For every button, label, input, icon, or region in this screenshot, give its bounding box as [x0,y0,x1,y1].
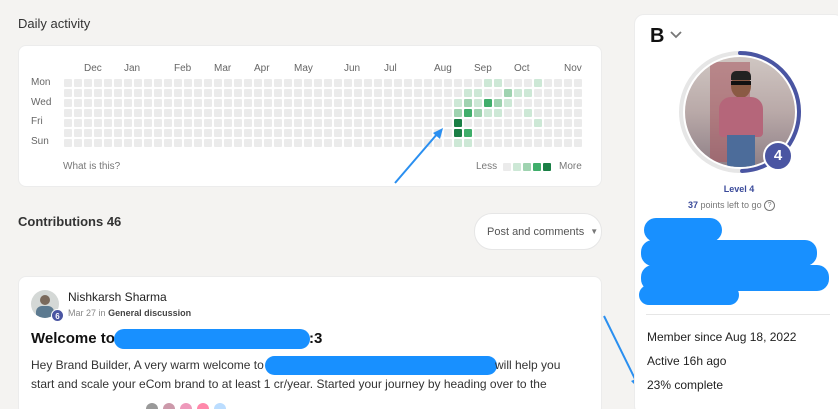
active-status: Active 16h ago [647,354,727,368]
redaction-block [641,240,817,266]
reaction-icon[interactable] [163,403,175,409]
contributions-count: Contributions 46 [18,214,122,229]
level-number-badge: 4 [763,141,793,171]
redaction-block [265,356,497,375]
caret-down-icon: ▼ [590,227,599,236]
post-category[interactable]: General discussion [108,308,191,318]
help-circle-icon[interactable]: ? [764,200,776,212]
reaction-icon[interactable] [197,403,209,409]
profile-completion: 23% complete [647,378,724,392]
brand-logo[interactable]: B [650,25,664,48]
level-label: Level 4 [723,184,755,194]
points-left: 37 points left to go ? [688,200,776,212]
post-body-line1-end: will help you [495,358,561,372]
reaction-icon[interactable] [214,403,226,409]
redaction-block [639,285,739,305]
panel-divider [646,314,830,315]
reaction-icons [146,403,246,409]
post-author[interactable]: Nishkarsh Sharma [68,290,167,304]
reaction-icon[interactable] [180,403,192,409]
redaction-block [644,218,722,242]
chevron-down-icon[interactable] [669,28,683,42]
points-value: 37 [688,200,699,210]
post-filter-label: Post and comments [487,225,585,238]
post-body-line2: start and scale your eCom brand to at le… [31,377,547,391]
post-date: Mar 27 [68,308,97,318]
post-title-end: :3 [309,330,323,347]
post-title-start[interactable]: Welcome to [31,330,115,347]
member-since: Member since Aug 18, 2022 [647,330,797,344]
post-in: in [98,308,106,318]
post-filter-dropdown[interactable]: Post and comments ▼ [474,213,602,250]
post-body-line1-start: Hey Brand Builder, A very warm welcome t… [31,358,264,372]
reaction-icon[interactable] [146,403,158,409]
redaction-block [114,329,310,349]
level-badge: 6 [51,309,64,322]
points-suffix: points left to go [700,200,762,210]
post-meta: Mar 27 in General discussion [68,308,191,318]
